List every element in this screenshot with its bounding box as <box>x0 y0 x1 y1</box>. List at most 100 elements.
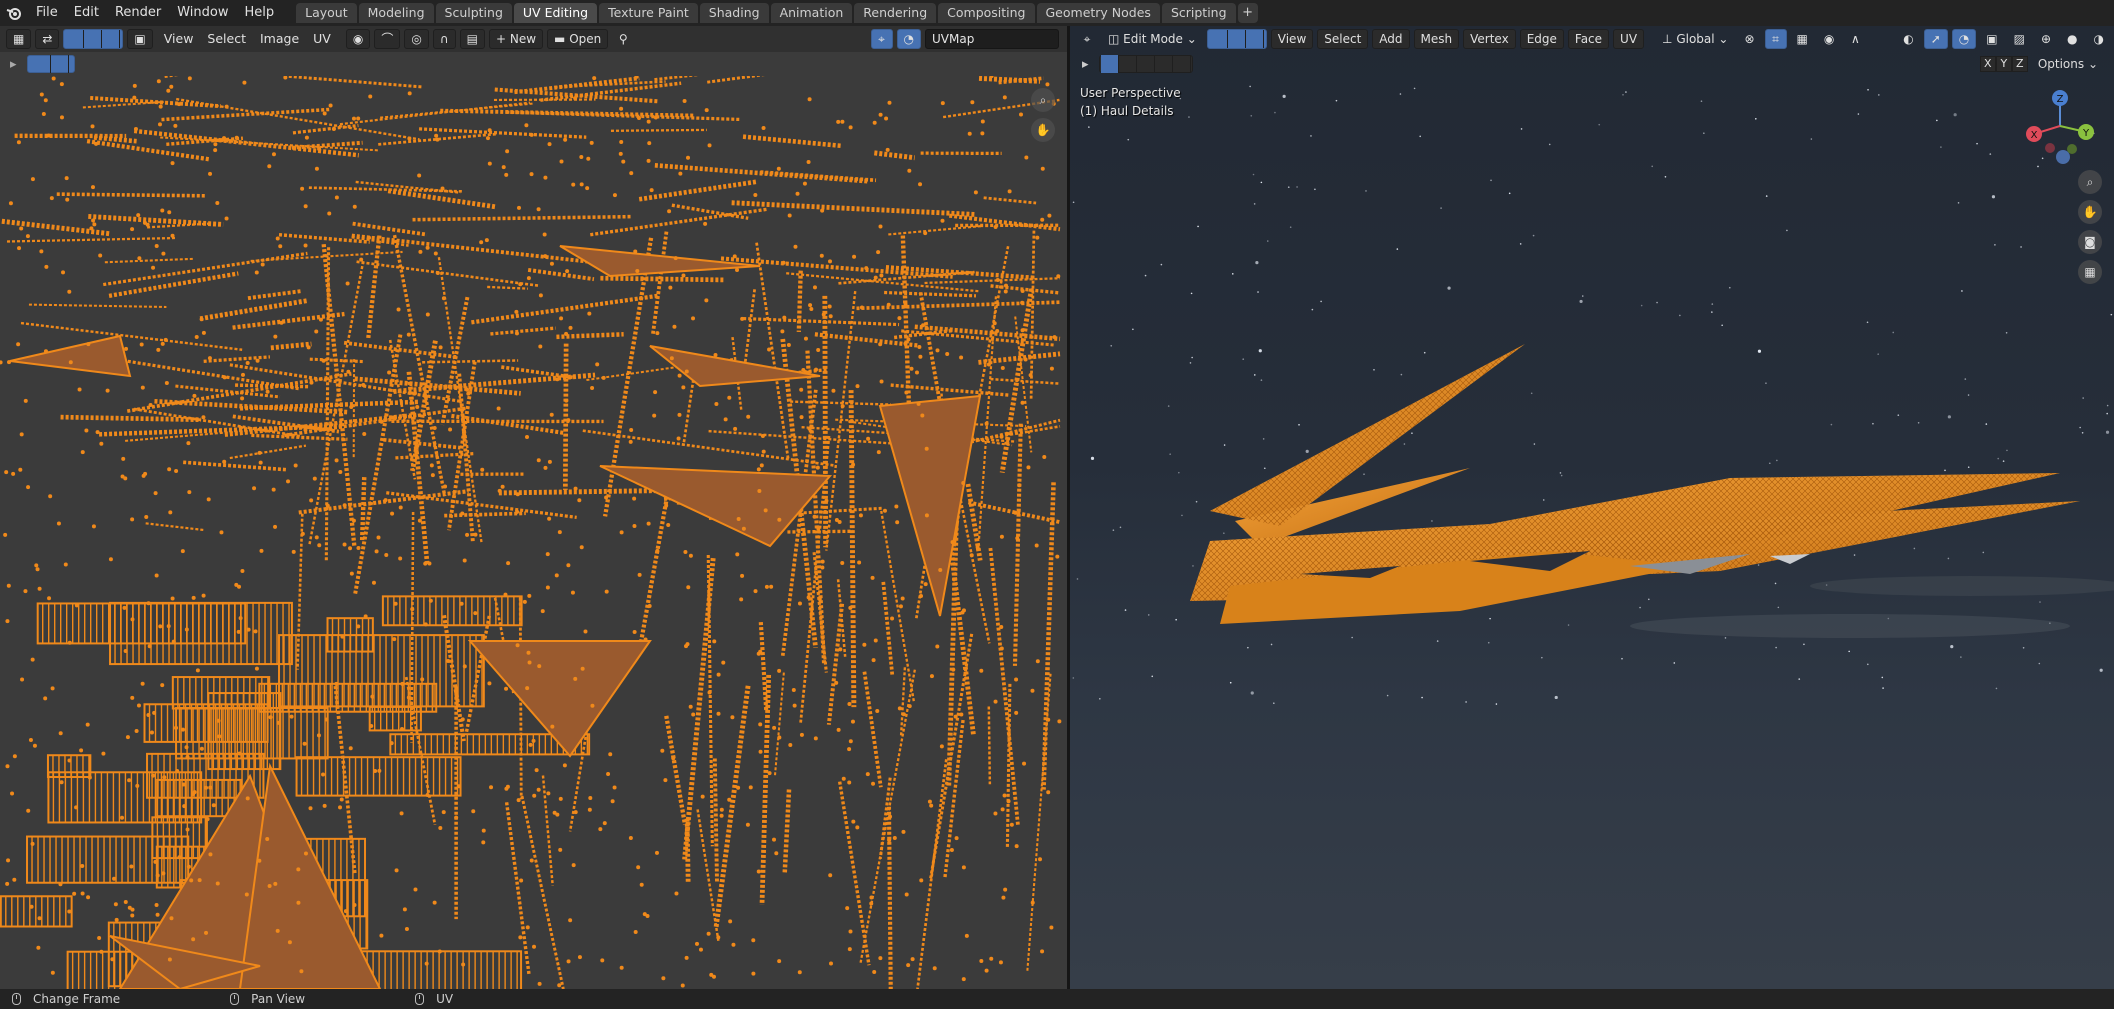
vp-menu-uv[interactable]: UV <box>1613 29 1645 49</box>
uv-menu-uv[interactable]: UV <box>306 26 338 52</box>
zoom-view-icon[interactable]: ⌕ <box>2078 170 2102 194</box>
snap-target-icon[interactable]: ▦ <box>1791 29 1814 49</box>
mode-selector[interactable]: ◫ Edit Mode ⌄ <box>1102 29 1203 49</box>
options-dropdown[interactable]: Options ⌄ <box>2038 57 2098 71</box>
zoom-icon[interactable]: ⌕ <box>1031 88 1055 112</box>
select-invert-icon[interactable] <box>1155 55 1173 73</box>
edge-mode-icon[interactable] <box>1228 30 1246 48</box>
tool-mode-group[interactable] <box>1098 55 1193 73</box>
sync-selection-icon[interactable]: ⇄ <box>35 29 60 49</box>
face-select-icon[interactable] <box>102 30 121 48</box>
vp-menu-add[interactable]: Add <box>1372 29 1410 49</box>
expand-toolbar-icon[interactable]: ▸ <box>10 57 17 72</box>
snap-toggle-icon[interactable]: ⌗ <box>1764 29 1787 49</box>
editor-type-icon[interactable]: ▦ <box>6 29 32 49</box>
new-image-label: New <box>509 32 537 46</box>
visibility-icon[interactable]: ◐ <box>1897 29 1919 49</box>
vp-menu-edge[interactable]: Edge <box>1519 29 1564 49</box>
pan-view-icon[interactable]: ✋ <box>2078 200 2102 224</box>
menu-window[interactable]: Window <box>169 0 236 26</box>
gizmo-negative-z[interactable] <box>2056 150 2070 164</box>
face-mode-icon[interactable] <box>1246 30 1264 48</box>
select-subtract-icon[interactable] <box>1137 55 1155 73</box>
pan-hand-icon[interactable]: ✋ <box>1031 118 1055 142</box>
mirror-z-toggle[interactable]: Z <box>2011 56 2028 72</box>
tab-scripting[interactable]: Scripting <box>1161 3 1236 23</box>
uv-overlay-icon[interactable]: ◔ <box>896 29 921 49</box>
tab-sculpting[interactable]: Sculpting <box>435 3 512 23</box>
tab-texture-paint[interactable]: Texture Paint <box>599 3 698 23</box>
select-extend-icon[interactable] <box>1119 55 1137 73</box>
viewport-subheader: ▸ X Y Z Options ⌄ <box>1070 52 2114 76</box>
mesh-select-mode-group[interactable] <box>1206 29 1267 49</box>
image-browse-icon[interactable]: ▤ <box>459 29 485 49</box>
vp-menu-mesh[interactable]: Mesh <box>1413 29 1460 49</box>
ship-mesh <box>1190 344 2114 638</box>
viewport-editor-type-icon[interactable]: ⌖ <box>1076 29 1098 49</box>
uvmap-field[interactable]: UVMap <box>925 29 1059 49</box>
select-extend-icon[interactable] <box>51 55 69 73</box>
menu-edit[interactable]: Edit <box>66 0 107 26</box>
vp-menu-vertex[interactable]: Vertex <box>1463 29 1516 49</box>
add-workspace-button[interactable]: + <box>1237 3 1258 23</box>
mirror-x-toggle[interactable]: X <box>1979 56 1996 72</box>
tab-layout[interactable]: Layout <box>296 3 357 23</box>
mirror-y-toggle[interactable]: Y <box>1995 56 2012 72</box>
xray-icon[interactable]: ▨ <box>2008 29 2031 49</box>
blender-logo-icon[interactable] <box>0 0 28 26</box>
falloff-curve-icon[interactable]: ∧ <box>1844 29 1866 49</box>
menu-file[interactable]: File <box>28 0 66 26</box>
status-change-frame-label: Change Frame <box>33 992 121 1006</box>
ortho-toggle-icon[interactable]: ▦ <box>2078 260 2102 284</box>
edge-select-icon[interactable] <box>84 30 103 48</box>
tab-geometry-nodes[interactable]: Geometry Nodes <box>1036 3 1160 23</box>
tab-compositing[interactable]: Compositing <box>938 3 1035 23</box>
select-new-icon[interactable] <box>1100 55 1119 73</box>
menu-help[interactable]: Help <box>237 0 283 26</box>
vp-menu-view[interactable]: View <box>1270 29 1314 49</box>
material-shading-icon[interactable]: ◑ <box>2088 29 2110 49</box>
proportional-edit-icon[interactable]: ◎ <box>404 29 429 49</box>
tab-rendering[interactable]: Rendering <box>854 3 937 23</box>
toolbar-toggle-icon[interactable]: ▸ <box>1082 57 1089 72</box>
open-image-button[interactable]: ▬ Open <box>547 29 609 49</box>
pivot-point-icon[interactable]: ⊗ <box>1738 29 1760 49</box>
uv-menu-image[interactable]: Image <box>253 26 306 52</box>
uv-gizmo-icon[interactable]: ⌖ <box>870 29 893 49</box>
uv-tool-select-group[interactable] <box>26 55 75 73</box>
pin-icon[interactable]: ⚲ <box>612 29 634 49</box>
pivot-icon[interactable]: ◉ <box>345 29 371 49</box>
wireframe-shading-icon[interactable]: ⊕ <box>2035 29 2057 49</box>
falloff-icon[interactable]: ∩ <box>432 29 456 49</box>
tab-modeling[interactable]: Modeling <box>358 3 434 23</box>
orientation-selector[interactable]: ⊥ Global ⌄ <box>1656 29 1734 49</box>
status-pan-view-label: Pan View <box>251 992 306 1006</box>
vp-menu-select[interactable]: Select <box>1317 29 1369 49</box>
gizmo-toggle-icon[interactable]: ➚ <box>1923 29 1948 49</box>
vertex-select-icon[interactable] <box>66 30 85 48</box>
uv-menu-view[interactable]: View <box>157 26 201 52</box>
uv-select-mode-group[interactable] <box>63 29 124 49</box>
sticky-select-icon[interactable]: ▣ <box>127 29 153 49</box>
orientation-label: Global <box>1676 32 1715 46</box>
vp-menu-face[interactable]: Face <box>1567 29 1610 49</box>
vertex-mode-icon[interactable] <box>1210 30 1228 48</box>
menu-render[interactable]: Render <box>107 0 169 26</box>
new-image-button[interactable]: + New <box>488 29 544 49</box>
solid-shading-icon[interactable]: ● <box>2061 29 2083 49</box>
camera-view-icon[interactable]: ◙ <box>2078 230 2102 254</box>
tab-animation[interactable]: Animation <box>770 3 853 23</box>
snap-icon[interactable]: ⌒ <box>374 29 401 49</box>
mesh-overlay-icon[interactable]: ▣ <box>1980 29 2003 49</box>
proportional-icon[interactable]: ◉ <box>1818 29 1840 49</box>
select-intersect-icon[interactable] <box>1173 55 1191 73</box>
tab-uv-editing[interactable]: UV Editing <box>513 3 598 23</box>
tab-shading[interactable]: Shading <box>699 3 769 23</box>
uv-menu-select[interactable]: Select <box>200 26 253 52</box>
uv-layout-canvas[interactable] <box>0 76 1067 989</box>
3d-viewport[interactable]: ⌖ ◫ Edit Mode ⌄ View Select Add Mesh Ver… <box>1070 26 2114 989</box>
overlay-toggle-icon[interactable]: ◔ <box>1951 29 1977 49</box>
select-box-icon[interactable] <box>33 55 51 73</box>
mode-label: Edit Mode <box>1123 32 1183 46</box>
status-change-frame: Change Frame <box>12 992 120 1006</box>
